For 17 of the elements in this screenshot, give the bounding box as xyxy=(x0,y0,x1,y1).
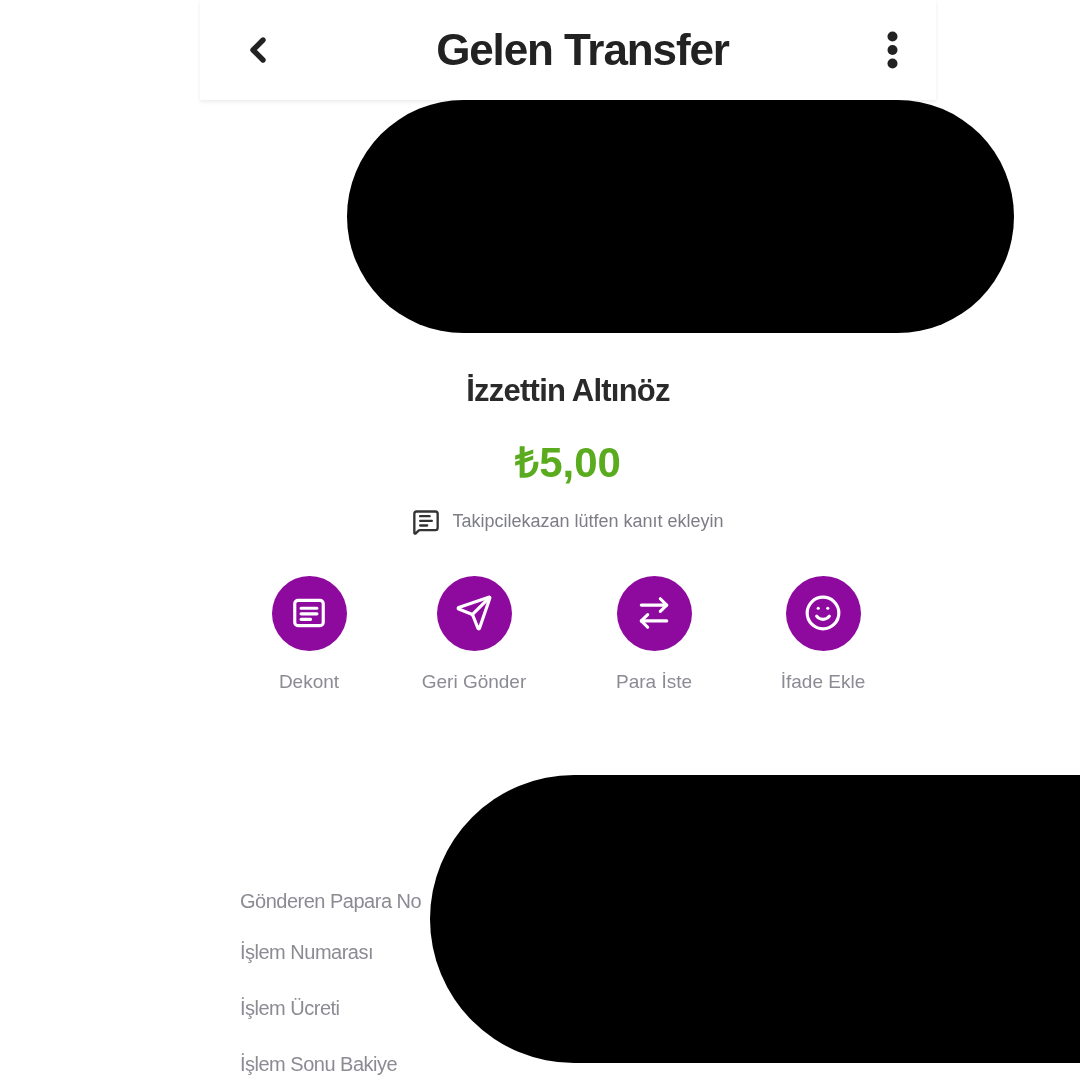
amount: ₺5,00 xyxy=(515,437,621,488)
paper-plane-icon xyxy=(455,594,493,632)
screen-title: Gelen Transfer xyxy=(436,24,729,76)
sender-name: İzzettin Altınöz xyxy=(466,372,670,410)
transfer-note: Takipcilekazan lütfen kanıt ekleyin xyxy=(452,510,724,533)
smiley-icon xyxy=(804,594,842,632)
message-icon xyxy=(412,507,441,536)
detail-label: Gönderen Papara No xyxy=(240,889,423,914)
detail-label: İşlem Ücreti xyxy=(240,996,341,1021)
more-button[interactable] xyxy=(887,31,898,69)
action-label: Geri Gönder xyxy=(421,669,527,694)
action-label: İfade Ekle xyxy=(780,669,866,694)
action-label: Para İste xyxy=(615,669,692,694)
more-icon xyxy=(887,31,898,69)
action-label: Dekont xyxy=(278,669,340,694)
detail-label: İşlem Numarası xyxy=(240,940,375,965)
detail-label: İşlem Sonu Bakiye xyxy=(240,1052,399,1077)
